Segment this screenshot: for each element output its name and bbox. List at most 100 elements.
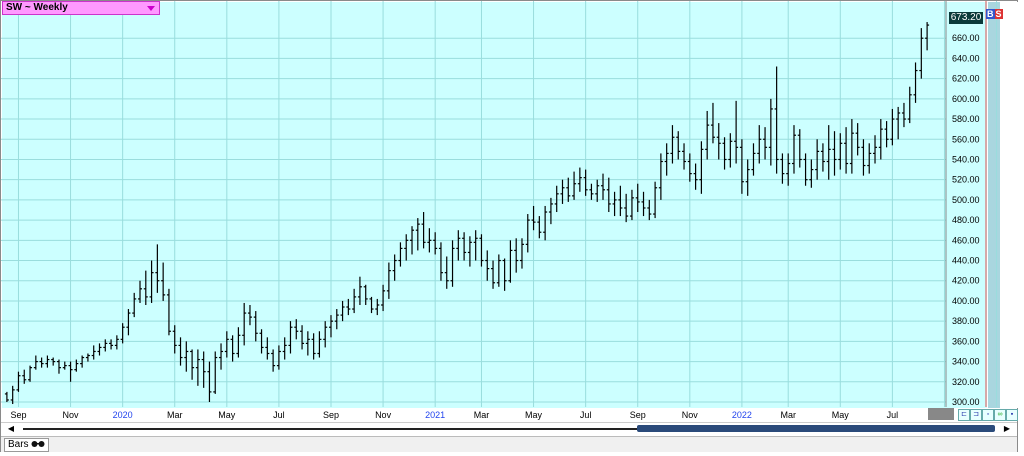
bottom-tab-bar: Bars <box>1 436 1017 452</box>
ohlc-bar <box>763 127 768 160</box>
ohlc-bar <box>635 183 640 213</box>
ohlc-bar <box>537 216 542 239</box>
ohlc-bar <box>213 351 218 394</box>
ohlc-bar <box>433 232 438 255</box>
y-tick-label: 420.00 <box>952 276 980 286</box>
tab-bars-label: Bars <box>8 439 29 450</box>
ohlc-bar <box>844 127 849 174</box>
dropdown-arrow-icon[interactable] <box>147 6 155 11</box>
ohlc-bar <box>462 232 467 261</box>
scroll-right-icon[interactable]: ▶ <box>1001 424 1013 434</box>
ohlc-bar <box>757 125 762 164</box>
ohlc-bar <box>566 177 571 202</box>
ohlc-bar <box>166 288 171 336</box>
x-tick-label: May <box>525 410 543 420</box>
ohlc-bar <box>589 183 594 200</box>
x-tick-label: 2021 <box>425 410 445 420</box>
x-tick-label: Mar <box>780 410 796 420</box>
zoom-out-icon[interactable]: ⊏ <box>958 409 970 421</box>
last-price-badge: 673.20 <box>949 12 983 24</box>
ohlc-bar <box>554 185 559 213</box>
ohlc-bar <box>745 159 750 196</box>
y-tick-label: 580.00 <box>952 114 980 124</box>
ohlc-bar <box>699 141 704 194</box>
ohlc-bar <box>62 361 67 370</box>
ohlc-bar <box>323 321 328 348</box>
ohlc-bar <box>606 177 611 213</box>
ohlc-bar <box>774 66 779 174</box>
ohlc-bar <box>143 270 148 305</box>
tab-bars[interactable]: Bars <box>4 438 50 452</box>
ohlc-bar <box>496 254 501 287</box>
ohlc-bar <box>4 391 9 402</box>
ohlc-chart[interactable]: 300.00 320.00 340.00 360.00 380.00 400.00 420.… <box>0 0 1024 422</box>
sell-label[interactable]: S <box>994 9 1003 19</box>
x-tick-label: Nov <box>375 410 392 420</box>
ohlc-bar <box>508 240 513 283</box>
x-tick-label: Sep <box>10 410 26 420</box>
x-tick-label: May <box>218 410 236 420</box>
ohlc-bar <box>161 262 166 301</box>
ohlc-bar <box>340 300 345 322</box>
ohlc-bar <box>288 321 293 354</box>
y-tick-label: 520.00 <box>952 175 980 185</box>
link-icon[interactable]: ∞ <box>994 409 1006 421</box>
ohlc-bar <box>820 143 825 172</box>
y-tick-label: 620.00 <box>952 74 980 84</box>
ohlc-bar <box>109 339 114 350</box>
y-tick-label: 500.00 <box>952 195 980 205</box>
ohlc-bar <box>676 131 681 160</box>
buy-label[interactable]: B <box>986 9 995 19</box>
y-tick-label: 400.00 <box>952 296 980 306</box>
ohlc-bar <box>311 333 316 360</box>
ohlc-bar <box>491 260 496 289</box>
ohlc-bar <box>687 153 692 182</box>
x-tick-label: Mar <box>167 410 183 420</box>
settings-icon[interactable]: ▪ <box>1006 409 1018 421</box>
ohlc-bar <box>328 315 333 338</box>
y-tick-label: 600.00 <box>952 94 980 104</box>
ohlc-bar <box>39 357 44 368</box>
ohlc-bar <box>28 365 33 382</box>
ohlc-bar <box>849 119 854 174</box>
scroll-left-icon[interactable]: ◀ <box>5 424 17 434</box>
ohlc-bar <box>126 309 131 336</box>
ohlc-bar <box>734 100 739 164</box>
zoom-in-icon[interactable]: ⊐ <box>970 409 982 421</box>
symbol-selector[interactable]: SW ~ Weekly <box>2 1 160 15</box>
ohlc-bar <box>421 212 426 249</box>
ohlc-bar <box>826 125 831 180</box>
ohlc-bar <box>404 234 409 261</box>
ohlc-bar <box>276 345 281 370</box>
y-tick-label: 440.00 <box>952 256 980 266</box>
y-tick-label: 380.00 <box>952 316 980 326</box>
ohlc-bar <box>224 331 229 358</box>
ohlc-bar <box>294 319 299 340</box>
fit-icon[interactable]: ▫ <box>982 409 994 421</box>
horizontal-scrollbar[interactable]: ◀ ▶ <box>1 422 1017 435</box>
ohlc-bar <box>670 125 675 164</box>
ohlc-bar <box>473 230 478 261</box>
ohlc-bar <box>705 110 710 160</box>
ohlc-bar <box>768 98 773 166</box>
ohlc-bar <box>132 292 137 318</box>
ohlc-bar <box>832 131 837 176</box>
glasses-icon <box>31 441 45 448</box>
x-tick-label: Jul <box>580 410 592 420</box>
ohlc-bar <box>33 355 38 370</box>
buy-sell-badge[interactable]: BS <box>986 9 1003 20</box>
ohlc-bar <box>682 143 687 170</box>
ohlc-bar <box>647 199 652 221</box>
tool-indicator[interactable] <box>928 408 954 420</box>
ohlc-bar <box>514 238 519 273</box>
ohlc-bar <box>450 240 455 287</box>
ohlc-bar <box>786 153 791 186</box>
x-tick-label: May <box>832 410 850 420</box>
ohlc-bar <box>68 361 73 382</box>
x-tick-label: Nov <box>682 410 699 420</box>
scroll-thumb[interactable] <box>637 425 995 432</box>
ohlc-bar <box>97 343 102 356</box>
ohlc-bar <box>913 62 918 103</box>
ohlc-bar <box>728 133 733 168</box>
ohlc-bar <box>120 323 125 344</box>
